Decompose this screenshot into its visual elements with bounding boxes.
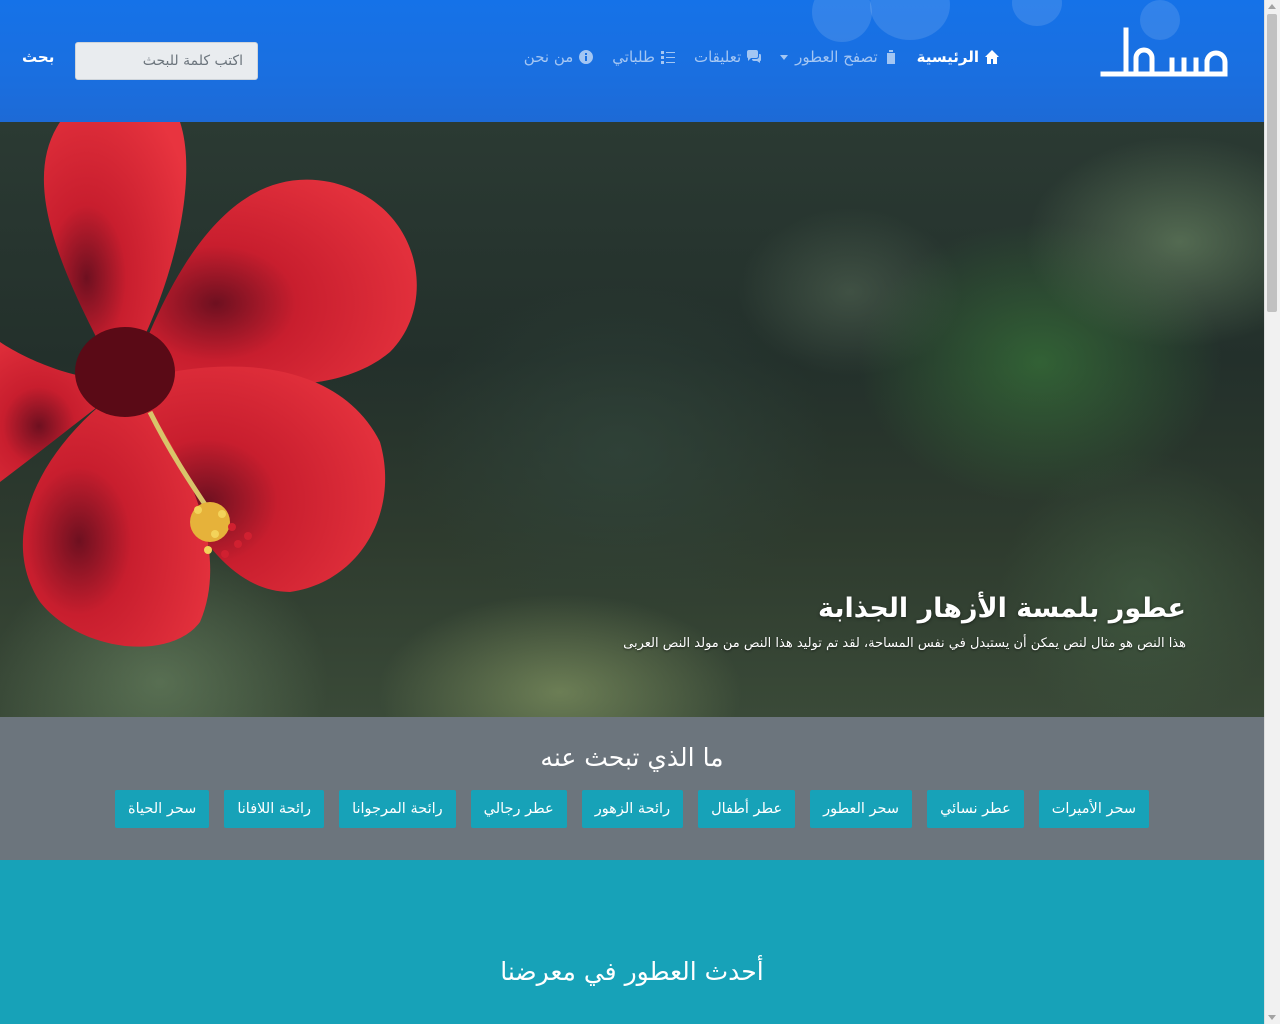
category-button[interactable]: سحر الحياة [115, 790, 210, 828]
category-button[interactable]: سحر العطور [810, 790, 913, 828]
scroll-up-icon[interactable] [1268, 4, 1276, 9]
page: الرئيسية تصفح العطور تعليقات طلباتي من ن… [0, 0, 1264, 1024]
category-button[interactable]: عطر رجالي [470, 790, 567, 828]
page-scrollbar[interactable] [1264, 0, 1280, 1024]
nav-item-comments[interactable]: تعليقات [694, 48, 762, 66]
nav-item-home[interactable]: الرئيسية [917, 48, 1000, 66]
perfume-icon [886, 50, 895, 64]
category-button[interactable]: عطر نسائي [927, 790, 1024, 828]
category-button[interactable]: عطر أطفال [698, 790, 796, 828]
scroll-down-icon[interactable] [1268, 1015, 1276, 1020]
brand-logo[interactable] [1100, 24, 1230, 80]
hero-title: عطور بلمسة الأزهار الجذابة [817, 593, 1186, 624]
chevron-down-icon [780, 54, 789, 60]
navbar: الرئيسية تصفح العطور تعليقات طلباتي من ن… [0, 0, 1264, 122]
nav-item-browse-perfumes[interactable]: تصفح العطور [780, 48, 899, 66]
category-button[interactable]: رائحة المرجوانا [339, 790, 456, 828]
hero-carousel: عطور بلمسة الأزهار الجذابة هذا النص هو م… [0, 122, 1264, 717]
nav-item-label: تعليقات [693, 48, 742, 66]
categories-section: ما الذي تبحث عنه سحر الأميرات عطر نسائي … [0, 717, 1264, 860]
search-input[interactable] [75, 42, 258, 80]
nav-item-label: تصفح العطور [795, 48, 878, 66]
nav-item-label: من نحن [523, 48, 574, 66]
scrollbar-thumb[interactable] [1267, 14, 1277, 312]
nav-item-label: طلباتي [612, 48, 655, 66]
categories-heading: ما الذي تبحث عنه [540, 743, 724, 772]
list-icon [660, 51, 675, 64]
main-nav: الرئيسية تصفح العطور تعليقات طلباتي من ن… [524, 48, 1000, 66]
latest-heading: أحدث العطور في معرضنا [500, 957, 764, 986]
info-icon [579, 50, 594, 64]
navbar-bokeh [812, 0, 872, 42]
hero-text: هذا النص هو مثال لنص يمكن أن يستبدل في ن… [623, 636, 1186, 651]
navbar-bokeh [1012, 0, 1062, 26]
navbar-bokeh [870, 0, 950, 40]
nav-item-my-orders[interactable]: طلباتي [612, 48, 676, 66]
nav-item-label: الرئيسية [916, 48, 979, 66]
category-button[interactable]: رائحة الزهور [581, 790, 684, 828]
categories-list: سحر الأميرات عطر نسائي سحر العطور عطر أط… [0, 790, 1264, 828]
search-button[interactable]: بحث [22, 48, 54, 66]
hibiscus-flower-image [0, 122, 417, 647]
home-icon [985, 50, 999, 64]
category-button[interactable]: رائحة اللافانا [224, 790, 325, 828]
hero-caption: عطور بلمسة الأزهار الجذابة هذا النص هو م… [623, 593, 1186, 651]
category-button[interactable]: سحر الأميرات [1038, 790, 1149, 828]
nav-item-about[interactable]: من نحن [524, 48, 595, 66]
latest-perfumes-section: أحدث العطور في معرضنا [0, 860, 1264, 1024]
comments-icon [747, 50, 762, 63]
